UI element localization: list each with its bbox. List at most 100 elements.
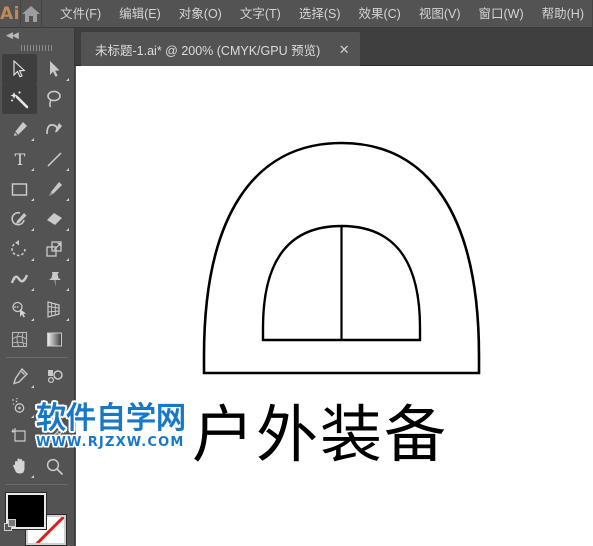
tools-panel-drag-handle[interactable] xyxy=(0,42,74,54)
tool-group-corner xyxy=(31,475,34,478)
menu-item-view[interactable]: 视图(V) xyxy=(410,0,470,28)
tool-group-corner xyxy=(31,168,34,171)
rectangle-icon xyxy=(11,182,28,196)
direct-selection-arrow-icon xyxy=(50,61,60,77)
menu-item-file[interactable]: 文件(F) xyxy=(51,0,110,28)
tools-panel: ◀◀ T xyxy=(0,28,75,546)
menu-item-window[interactable]: 窗口(W) xyxy=(470,0,533,28)
home-icon xyxy=(21,5,40,22)
document-tab-bar: 未标题-1.ai* @ 200% (CMYK/GPU 预览) ✕ xyxy=(75,28,593,66)
eraser-icon xyxy=(47,212,62,225)
curvature-tool[interactable] xyxy=(37,114,72,144)
perspective-grid-tool[interactable] xyxy=(37,294,72,324)
gradient-tool[interactable] xyxy=(37,324,72,354)
tool-group-corner xyxy=(31,415,34,418)
pen-nib-icon xyxy=(14,121,27,136)
tool-separator-2 xyxy=(2,481,72,488)
lasso-icon xyxy=(47,90,61,107)
hand-tool[interactable] xyxy=(2,451,37,481)
fill-stroke-controls xyxy=(2,491,72,546)
magic-wand-tool[interactable] xyxy=(2,84,37,114)
tool-group-corner xyxy=(66,318,69,321)
perspective-grid-icon xyxy=(47,300,60,318)
blend-tool[interactable] xyxy=(37,361,72,391)
eyedropper-tool[interactable] xyxy=(2,361,37,391)
scale-tool[interactable] xyxy=(37,234,72,264)
eraser-tool[interactable] xyxy=(37,204,72,234)
tool-group-corner xyxy=(66,288,69,291)
tools-panel-collapse-button[interactable]: ◀◀ xyxy=(0,28,74,42)
tool-group-corner xyxy=(66,198,69,201)
illustrator-window: Ai 文件(F) 编辑(E) 对象(O) 文字(T) 选择(S) 效果(C) 视… xyxy=(0,0,593,546)
tool-grid: T xyxy=(2,54,72,488)
tool-group-corner xyxy=(31,385,34,388)
close-icon[interactable]: ✕ xyxy=(336,41,352,57)
type-tool[interactable]: T xyxy=(2,144,37,174)
app-logo: Ai xyxy=(0,3,20,24)
menu-item-type[interactable]: 文字(T) xyxy=(231,0,290,28)
lasso-tool[interactable] xyxy=(37,84,72,114)
pen-tool[interactable] xyxy=(2,114,37,144)
paintbrush-icon xyxy=(49,181,62,196)
menu-item-object[interactable]: 对象(O) xyxy=(170,0,231,28)
tool-group-corner xyxy=(66,78,69,81)
tool-separator xyxy=(2,354,72,361)
selection-arrow-icon xyxy=(13,60,26,78)
rotate-tool[interactable] xyxy=(2,234,37,264)
tool-group-corner xyxy=(31,198,34,201)
home-button[interactable] xyxy=(20,0,40,28)
tool-group-corner xyxy=(66,415,69,418)
shape-builder-tool[interactable] xyxy=(2,294,37,324)
line-diagonal-icon xyxy=(47,151,62,167)
chevron-double-left-icon: ◀◀ xyxy=(6,29,19,40)
artwork-caption: 户外装备 xyxy=(192,398,448,471)
mesh-icon xyxy=(11,331,28,347)
tool-group-corner xyxy=(66,258,69,261)
grip-dots-icon xyxy=(21,45,53,51)
zoom-tool[interactable] xyxy=(37,451,72,481)
eyedropper-icon xyxy=(12,367,28,385)
magic-wand-icon xyxy=(10,90,29,108)
bar-chart-icon xyxy=(48,400,60,413)
pushpin-icon xyxy=(49,271,61,287)
slice-tool[interactable] xyxy=(37,421,72,451)
document-tab-label: 未标题-1.ai* @ 200% (CMYK/GPU 预览) xyxy=(95,43,321,58)
scale-squares-icon xyxy=(46,240,62,257)
menu-item-help[interactable]: 帮助(H) xyxy=(533,0,593,28)
shaper-tool[interactable] xyxy=(2,204,37,234)
tool-group-corner xyxy=(31,228,34,231)
curvature-pen-icon xyxy=(46,122,62,134)
artboard-tool[interactable] xyxy=(2,421,37,451)
symbol-sprayer-tool[interactable] xyxy=(2,391,37,421)
tool-group-corner xyxy=(31,258,34,261)
menu-item-select[interactable]: 选择(S) xyxy=(290,0,350,28)
rotate-arrow-icon xyxy=(11,239,26,256)
menu-item-edit[interactable]: 编辑(E) xyxy=(110,0,170,28)
menu-item-effect[interactable]: 效果(C) xyxy=(349,0,409,28)
menu-bar: Ai 文件(F) 编辑(E) 对象(O) 文字(T) 选择(S) 效果(C) 视… xyxy=(0,0,593,28)
tool-group-corner xyxy=(66,445,69,448)
blend-icon xyxy=(47,369,63,383)
paintbrush-tool[interactable] xyxy=(37,174,72,204)
mesh-tool[interactable] xyxy=(2,324,37,354)
width-ribbon-icon xyxy=(10,274,29,283)
tent-illustration: 户外装备 xyxy=(192,141,481,471)
column-graph-tool[interactable] xyxy=(37,391,72,421)
menu-items: 文件(F) 编辑(E) 对象(O) 文字(T) 选择(S) 效果(C) 视图(V… xyxy=(41,0,593,28)
artboard-canvas[interactable]: 户外装备 xyxy=(76,66,593,546)
tool-group-corner xyxy=(31,288,34,291)
free-transform-tool[interactable] xyxy=(37,264,72,294)
rectangle-tool[interactable] xyxy=(2,174,37,204)
line-segment-tool[interactable] xyxy=(37,144,72,174)
shape-builder-icon xyxy=(11,301,26,317)
selection-tool[interactable] xyxy=(2,54,37,84)
document-tab[interactable]: 未标题-1.ai* @ 200% (CMYK/GPU 预览) ✕ xyxy=(81,32,361,66)
direct-selection-tool[interactable] xyxy=(37,54,72,84)
type-T-icon: T xyxy=(14,150,25,168)
artboard-icon xyxy=(11,427,26,442)
default-fill-stroke-icon[interactable] xyxy=(4,519,18,533)
tool-group-corner xyxy=(66,168,69,171)
slice-knife-icon xyxy=(47,428,63,444)
shaper-circle-pencil-icon xyxy=(11,211,27,225)
width-tool[interactable] xyxy=(2,264,37,294)
